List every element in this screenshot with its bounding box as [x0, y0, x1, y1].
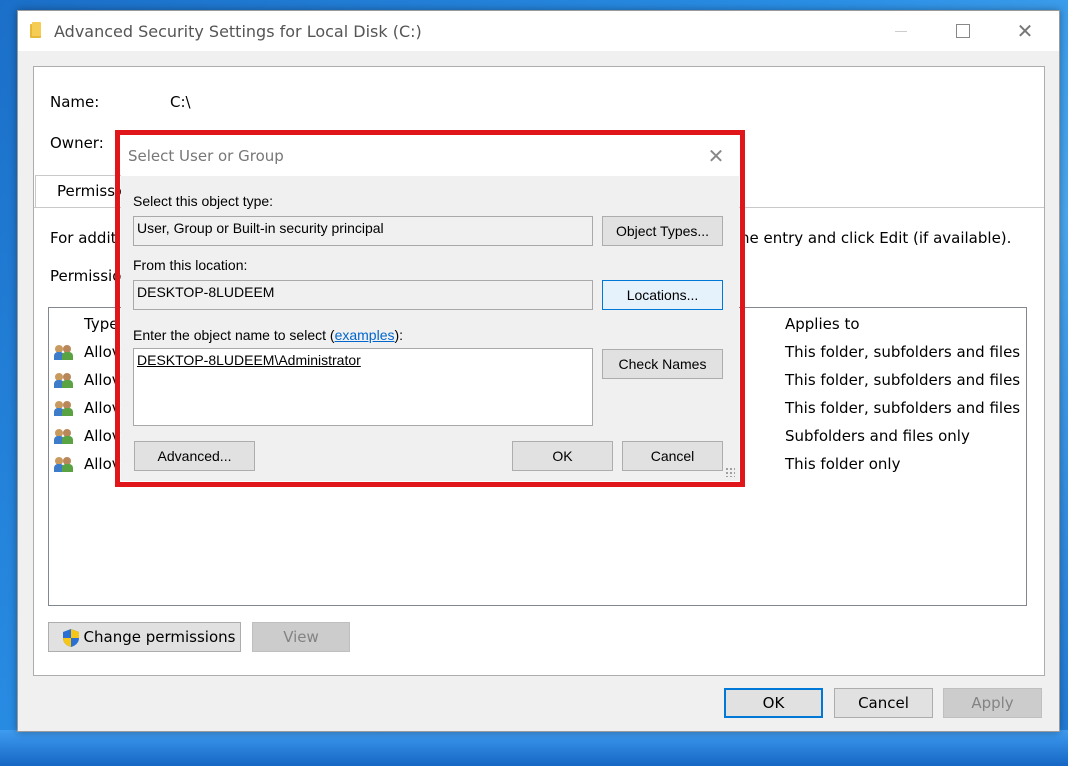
- dialog-titlebar[interactable]: Select User or Group ✕: [121, 136, 739, 176]
- object-name-input[interactable]: DESKTOP-8LUDEEM\Administrator: [133, 348, 593, 426]
- select-user-or-group-dialog: Select User or Group ✕ Select this objec…: [121, 136, 739, 481]
- cancel-button[interactable]: Cancel: [834, 688, 933, 718]
- window-titlebar[interactable]: Advanced Security Settings for Local Dis…: [18, 11, 1059, 51]
- minimize-icon: [895, 30, 907, 32]
- users-icon: [54, 372, 73, 388]
- owner-label: Owner:: [50, 134, 104, 152]
- object-name-label-suffix: ):: [394, 327, 404, 343]
- window-title: Advanced Security Settings for Local Dis…: [54, 22, 422, 41]
- advanced-button[interactable]: Advanced...: [134, 441, 255, 471]
- change-permissions-button[interactable]: Change permissions: [48, 622, 241, 652]
- object-name-value: DESKTOP-8LUDEEM\Administrator: [137, 352, 361, 368]
- dialog-cancel-button[interactable]: Cancel: [622, 441, 723, 471]
- table-row-applies[interactable]: This folder only: [785, 455, 900, 473]
- column-header-type[interactable]: Type: [84, 315, 118, 333]
- maximize-icon: [956, 24, 970, 38]
- examples-link[interactable]: examples: [335, 327, 395, 343]
- users-icon: [54, 428, 73, 444]
- minimize-button[interactable]: [878, 11, 924, 51]
- dialog-title: Select User or Group: [128, 147, 284, 165]
- object-name-label: Enter the object name to select (example…: [133, 327, 403, 343]
- permission-entries-label: Permissio: [50, 267, 122, 285]
- close-icon: ✕: [1016, 19, 1034, 43]
- folder-icon: [30, 22, 44, 38]
- maximize-button[interactable]: [940, 11, 986, 51]
- object-type-field: User, Group or Built-in security princip…: [133, 216, 593, 246]
- object-types-button[interactable]: Object Types...: [602, 216, 723, 246]
- resize-grip-icon[interactable]: [725, 467, 735, 477]
- locations-button[interactable]: Locations...: [602, 280, 723, 310]
- object-type-label: Select this object type:: [133, 193, 274, 209]
- desktop-background: [0, 730, 1068, 766]
- location-field: DESKTOP-8LUDEEM: [133, 280, 593, 310]
- table-row-applies[interactable]: This folder, subfolders and files: [785, 343, 1020, 361]
- table-row-applies[interactable]: This folder, subfolders and files: [785, 371, 1020, 389]
- info-text-end: he entry and click Edit (if available).: [740, 229, 1012, 247]
- change-permissions-label: Change permissions: [83, 628, 236, 646]
- view-button[interactable]: View: [252, 622, 350, 652]
- dialog-close-button[interactable]: ✕: [701, 142, 731, 170]
- users-icon: [54, 344, 73, 360]
- table-row-applies[interactable]: Subfolders and files only: [785, 427, 970, 445]
- name-label: Name:: [50, 93, 100, 111]
- check-names-button[interactable]: Check Names: [602, 349, 723, 379]
- apply-button[interactable]: Apply: [943, 688, 1042, 718]
- close-button[interactable]: ✕: [1002, 11, 1048, 51]
- location-label: From this location:: [133, 257, 248, 273]
- object-name-label-prefix: Enter the object name to select (: [133, 327, 335, 343]
- info-text-start: For addit: [50, 229, 117, 247]
- close-icon: ✕: [707, 144, 725, 168]
- column-header-applies-to[interactable]: Applies to: [785, 315, 860, 333]
- dialog-ok-button[interactable]: OK: [512, 441, 613, 471]
- table-row-applies[interactable]: This folder, subfolders and files: [785, 399, 1020, 417]
- name-value: C:\: [170, 93, 191, 111]
- ok-button[interactable]: OK: [724, 688, 823, 718]
- uac-shield-icon: [63, 629, 79, 647]
- users-icon: [54, 400, 73, 416]
- users-icon: [54, 456, 73, 472]
